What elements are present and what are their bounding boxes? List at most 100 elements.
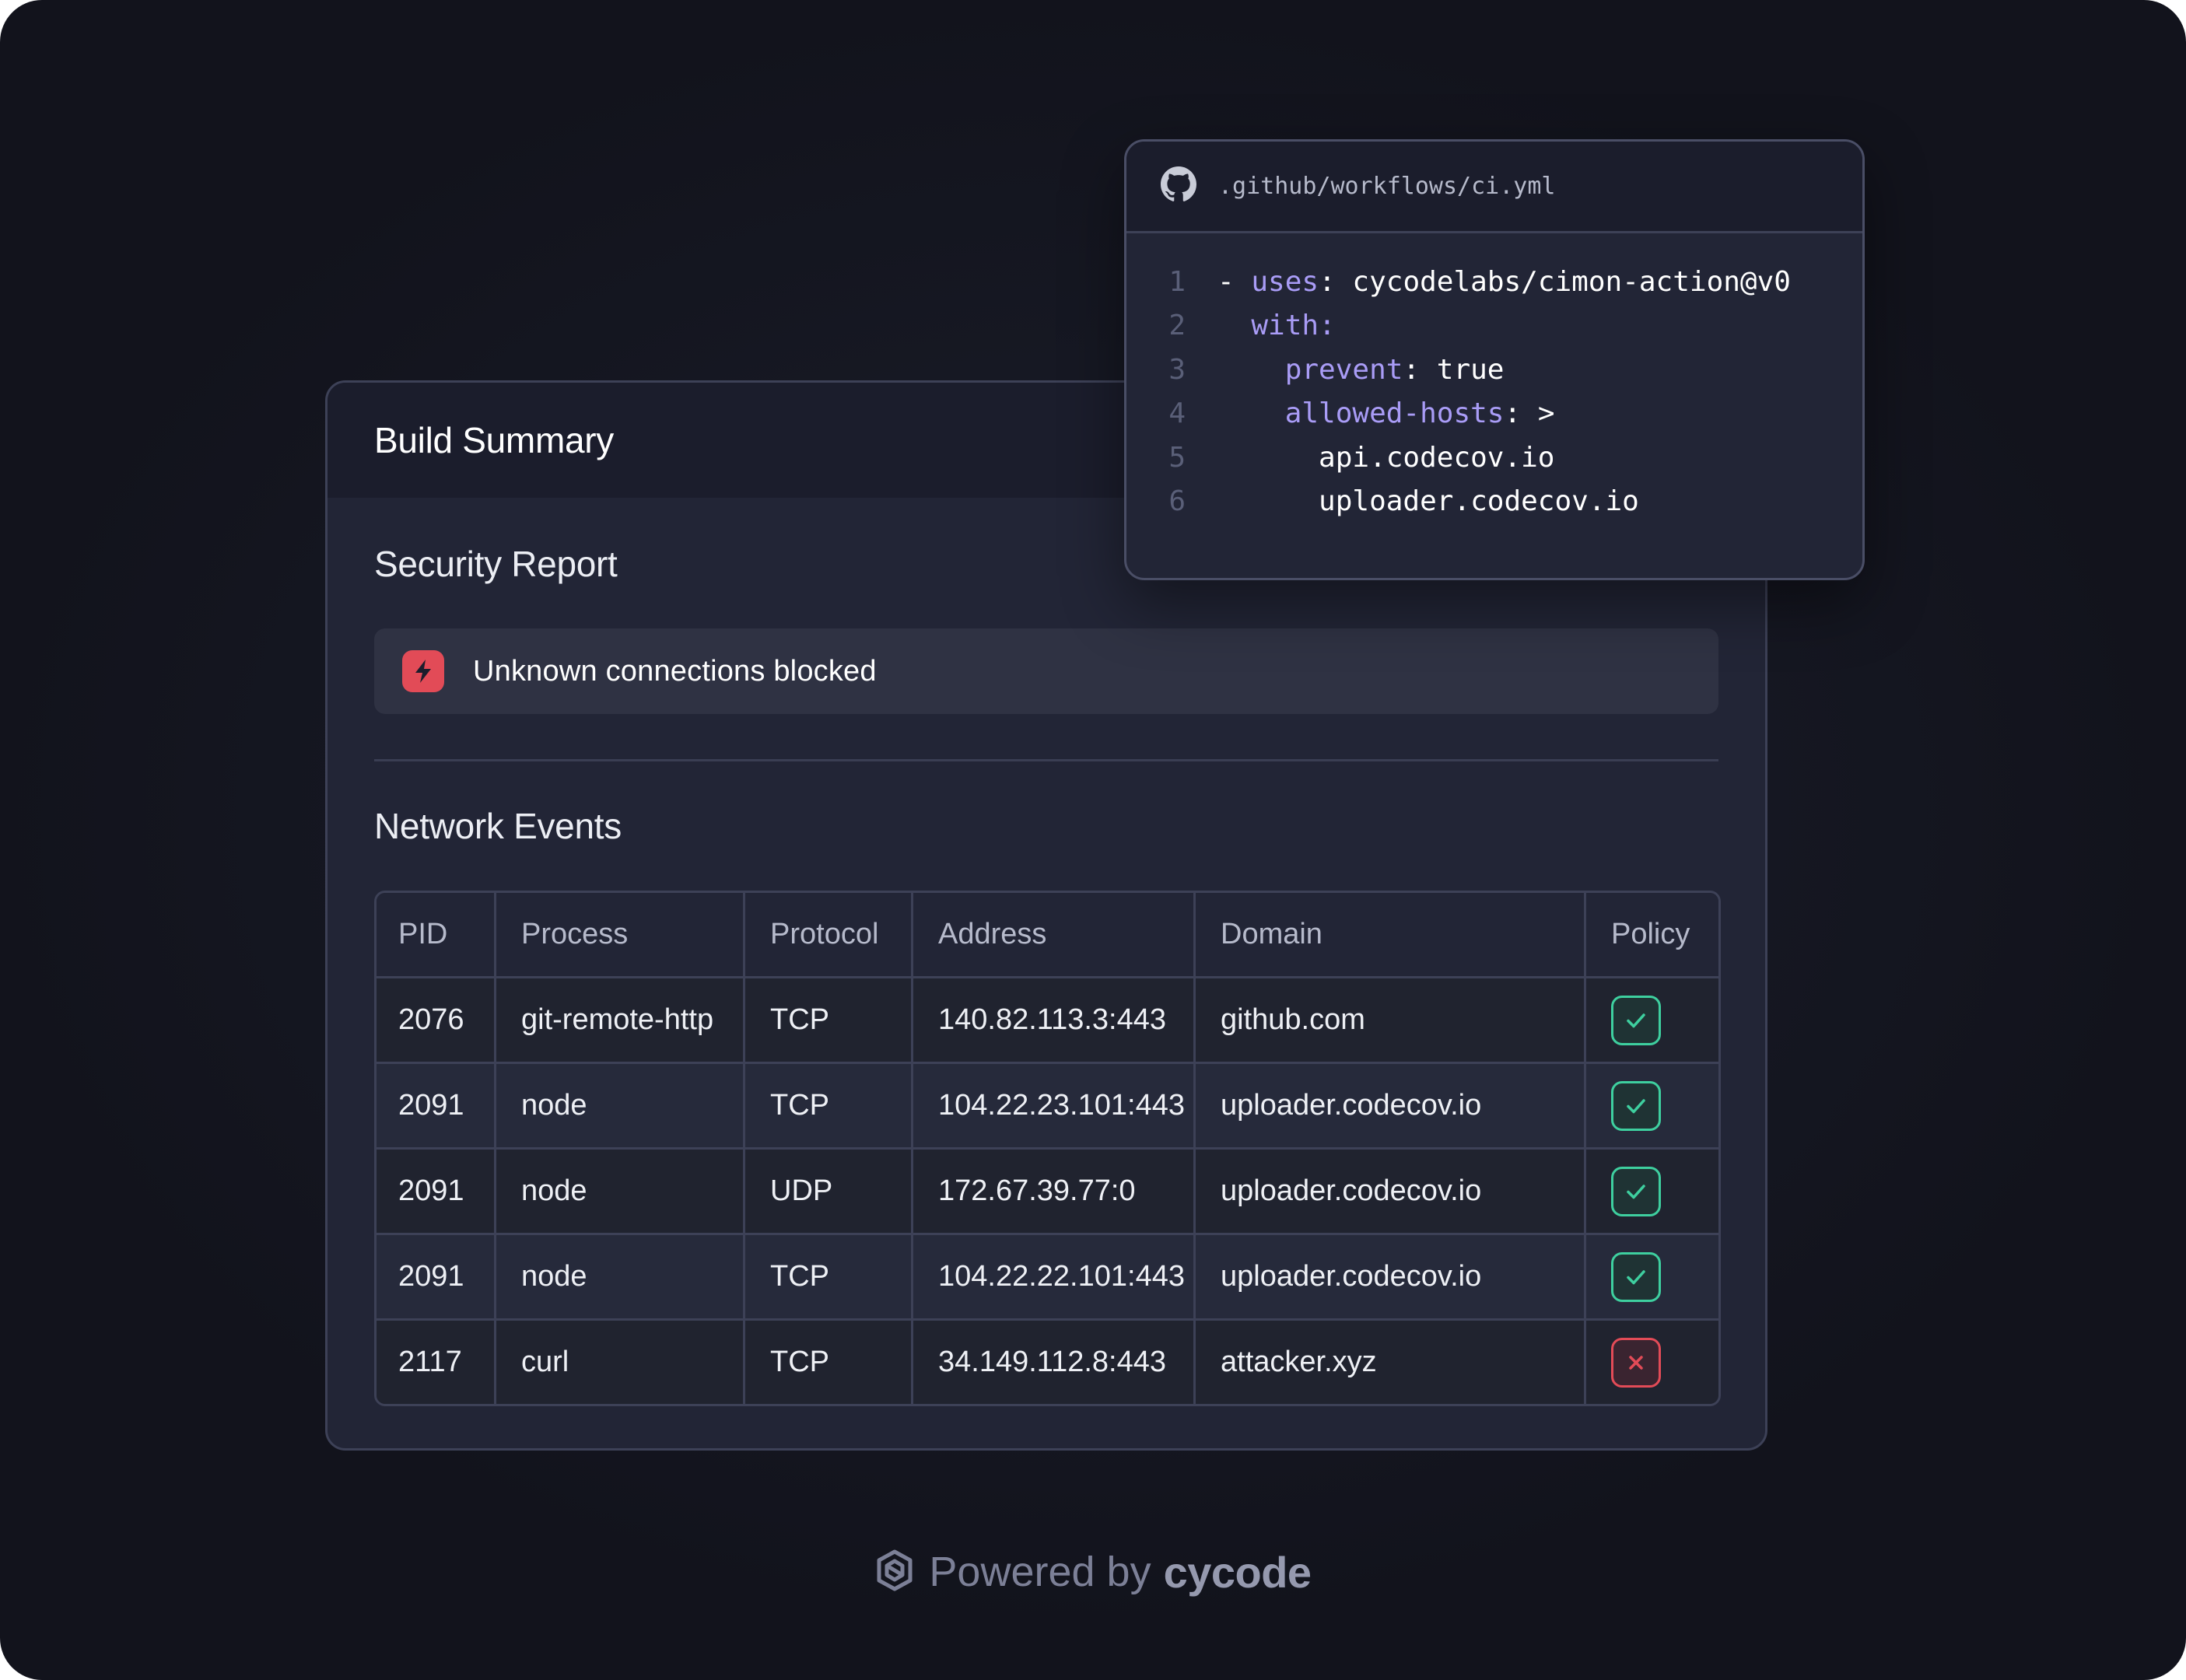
yaml-indent <box>1217 310 1251 341</box>
line-number: 6 <box>1168 485 1186 518</box>
protocol-cell: TCP <box>743 1064 911 1147</box>
yaml-separator: : <box>1504 397 1538 430</box>
yaml-indent <box>1217 442 1319 474</box>
line-number: 2 <box>1168 310 1186 342</box>
network-events-table: PID Process Protocol Address Domain Poli… <box>374 891 1721 1406</box>
domain-cell: github.com <box>1193 978 1584 1062</box>
code-body: 1 - uses: cycodelabs/cimon-action@v0 2 w… <box>1126 233 1862 523</box>
blocked-connections-alert: Unknown connections blocked <box>374 628 1718 714</box>
footer-brand: cycode <box>1163 1547 1312 1597</box>
pid-cell: 2091 <box>398 1089 464 1122</box>
policy-cell <box>1584 1150 1718 1233</box>
yaml-key: prevent <box>1284 353 1403 386</box>
column-header-process: Process <box>494 893 743 976</box>
code-line: 1 - uses: cycodelabs/cimon-action@v0 <box>1126 260 1862 304</box>
yaml-value: true <box>1436 353 1505 386</box>
policy-cell <box>1584 1235 1718 1318</box>
protocol-cell: TCP <box>743 978 911 1062</box>
pid-cell: 2091 <box>398 1174 464 1207</box>
code-text: with: <box>1217 310 1336 342</box>
table-row: 2091 node TCP 104.22.22.101:443 uploader… <box>377 1233 1718 1318</box>
table-header-row: PID Process Protocol Address Domain Poli… <box>377 893 1718 976</box>
yaml-indent <box>1217 397 1285 429</box>
code-line: 2 with: <box>1126 304 1862 348</box>
process-cell: node <box>494 1235 743 1318</box>
line-number: 3 <box>1168 353 1186 386</box>
yaml-dash: - <box>1217 265 1252 298</box>
code-text: prevent: true <box>1217 353 1505 386</box>
line-number: 4 <box>1168 397 1186 430</box>
domain-cell: uploader.codecov.io <box>1193 1235 1584 1318</box>
pid-cell: 2117 <box>398 1346 462 1378</box>
yaml-separator: : <box>1319 310 1336 342</box>
yaml-key: uses <box>1251 265 1319 298</box>
policy-cell <box>1584 1321 1718 1404</box>
protocol-cell: TCP <box>743 1321 911 1404</box>
yaml-value: uploader.codecov.io <box>1319 485 1639 518</box>
column-header-pid: PID <box>398 918 448 950</box>
address-cell: 34.149.112.8:443 <box>911 1321 1193 1404</box>
address-cell: 172.67.39.77:0 <box>911 1150 1193 1233</box>
yaml-separator: : <box>1403 353 1437 386</box>
workflow-file-path: .github/workflows/ci.yml <box>1218 173 1556 200</box>
protocol-cell: TCP <box>743 1235 911 1318</box>
address-cell: 104.22.22.101:443 <box>911 1235 1193 1318</box>
check-icon <box>1611 1166 1661 1216</box>
yaml-separator: : <box>1319 265 1353 298</box>
github-icon <box>1161 166 1196 206</box>
card-body: Security Report Unknown connections bloc… <box>328 543 1765 1406</box>
code-text: allowed-hosts: > <box>1217 397 1555 429</box>
table-row: 2091 node TCP 104.22.23.101:443 uploader… <box>377 1062 1718 1147</box>
protocol-cell: UDP <box>743 1150 911 1233</box>
column-header-policy: Policy <box>1584 893 1718 976</box>
address-cell: 140.82.113.3:443 <box>911 978 1193 1062</box>
column-header-protocol: Protocol <box>743 893 911 976</box>
process-cell: curl <box>494 1321 743 1404</box>
code-line: 3 prevent: true <box>1126 348 1862 392</box>
process-cell: node <box>494 1150 743 1233</box>
code-line: 5 api.codecov.io <box>1126 436 1862 480</box>
yaml-key: allowed-hosts <box>1284 397 1505 430</box>
domain-cell: uploader.codecov.io <box>1193 1064 1584 1147</box>
close-icon <box>1611 1337 1661 1388</box>
yaml-value: > <box>1537 397 1555 430</box>
domain-cell: attacker.xyz <box>1193 1321 1584 1404</box>
alert-text: Unknown connections blocked <box>473 654 877 688</box>
column-header-domain: Domain <box>1193 893 1584 976</box>
table-row: 2117 curl TCP 34.149.112.8:443 attacker.… <box>377 1318 1718 1404</box>
check-icon <box>1611 1251 1661 1302</box>
build-summary-title: Build Summary <box>374 420 614 460</box>
process-cell: git-remote-http <box>494 978 743 1062</box>
yaml-value: api.codecov.io <box>1319 441 1555 474</box>
app-frame: Build Summary Security Report Unknown co… <box>0 0 2186 1680</box>
line-number: 1 <box>1168 265 1186 298</box>
pid-cell: 2091 <box>398 1260 464 1293</box>
code-text: - uses: cycodelabs/cimon-action@v0 <box>1217 266 1791 298</box>
code-window-header: .github/workflows/ci.yml <box>1126 142 1862 233</box>
yaml-value: cycodelabs/cimon-action@v0 <box>1352 265 1791 298</box>
policy-cell <box>1584 978 1718 1062</box>
yaml-key: with <box>1251 310 1319 342</box>
code-line: 4 allowed-hosts: > <box>1126 392 1862 436</box>
check-icon <box>1611 995 1661 1045</box>
address-cell: 104.22.23.101:443 <box>911 1064 1193 1147</box>
line-number: 5 <box>1168 441 1186 474</box>
code-line: 6 uploader.codecov.io <box>1126 480 1862 524</box>
cycode-logo-icon <box>874 1549 915 1596</box>
bolt-icon <box>402 650 444 692</box>
powered-by-footer: Powered by cycode <box>0 1545 2186 1599</box>
table-row: 2076 git-remote-http TCP 140.82.113.3:44… <box>377 976 1718 1062</box>
check-icon <box>1611 1080 1661 1131</box>
footer-prefix: Powered by <box>929 1549 1151 1595</box>
domain-cell: uploader.codecov.io <box>1193 1150 1584 1233</box>
pid-cell: 2076 <box>398 1003 464 1036</box>
column-header-address: Address <box>911 893 1193 976</box>
divider <box>374 759 1718 761</box>
code-text: uploader.codecov.io <box>1217 485 1639 517</box>
table-row: 2091 node UDP 172.67.39.77:0 uploader.co… <box>377 1147 1718 1233</box>
code-text: api.codecov.io <box>1217 442 1554 474</box>
yaml-indent <box>1217 485 1319 517</box>
code-window: .github/workflows/ci.yml 1 - uses: cycod… <box>1124 139 1865 580</box>
yaml-indent <box>1217 354 1285 386</box>
process-cell: node <box>494 1064 743 1147</box>
